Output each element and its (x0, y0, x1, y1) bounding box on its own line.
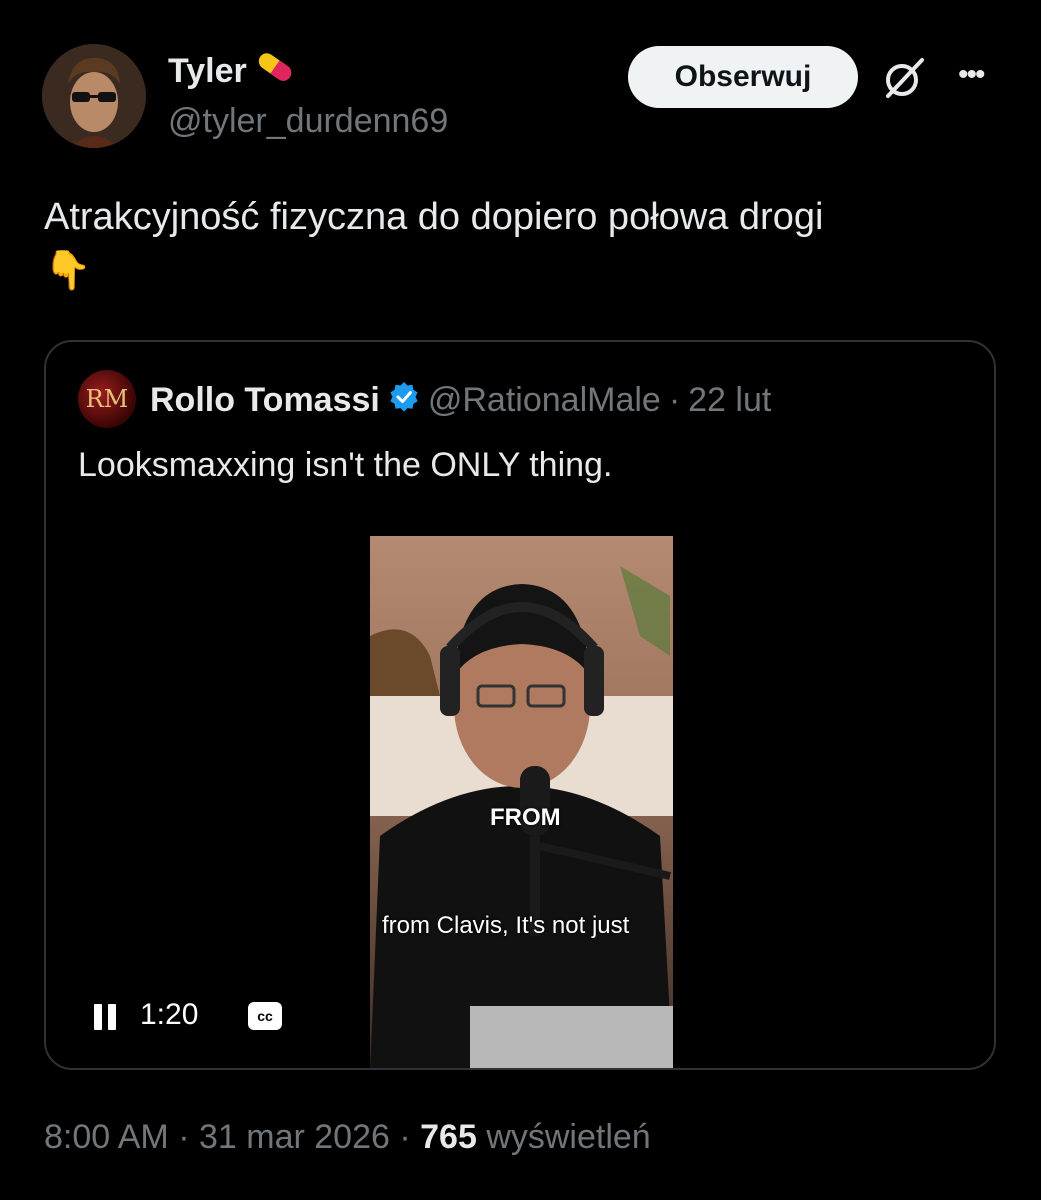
quote-author-name[interactable]: Rollo Tomassi (150, 381, 380, 420)
grok-icon[interactable] (880, 54, 928, 102)
tweet-footer: 8:00 AM · 31 mar 2026 · 765 wyświetleń (44, 1118, 651, 1157)
author-name[interactable]: Tyler (168, 52, 247, 91)
follow-button[interactable]: Obserwuj (628, 46, 858, 108)
author-avatar[interactable] (42, 44, 146, 148)
quote-avatar-initials: RM (85, 385, 129, 413)
video-caption-bottom: from Clavis, It's not just (382, 912, 630, 939)
tweet-time[interactable]: 8:00 AM (44, 1118, 169, 1156)
quote-separator: · (668, 381, 681, 419)
pill-icon (251, 50, 299, 93)
verified-badge-icon (388, 380, 420, 421)
quote-text: Looksmaxxing isn't the ONLY thing. (78, 446, 613, 484)
closed-captions-icon[interactable]: cc (248, 1002, 282, 1030)
tweet-date[interactable]: 31 mar 2026 (199, 1118, 390, 1156)
pause-icon[interactable] (94, 1004, 116, 1030)
quote-avatar[interactable]: RM (78, 370, 136, 428)
footer-sep-2: · (399, 1118, 411, 1156)
quote-date[interactable]: 22 lut (688, 381, 771, 420)
pointing-down-emoji: 👇 (44, 250, 92, 292)
author-handle[interactable]: @tyler_durdenn69 (168, 102, 448, 141)
video-player[interactable]: FROM from Clavis, It's not just (370, 536, 673, 1068)
footer-sep-1: · (178, 1118, 190, 1156)
tweet-body: Atrakcyjność fizyczna do dopiero połowa … (44, 196, 824, 238)
more-icon[interactable]: ••• (958, 58, 985, 92)
quote-tweet[interactable]: RM Rollo Tomassi @RationalMale · 22 lut … (44, 340, 996, 1070)
video-caption-top: FROM (490, 804, 561, 831)
author-name-row[interactable]: Tyler (168, 50, 299, 93)
video-time: 1:20 (140, 998, 199, 1031)
tweet-text: Atrakcyjność fizyczna do dopiero połowa … (44, 190, 1004, 298)
views-label: wyświetleń (486, 1118, 651, 1156)
views-count[interactable]: 765 (420, 1118, 477, 1156)
video-frame (370, 536, 673, 1068)
quote-header: Rollo Tomassi @RationalMale · 22 lut (150, 380, 771, 421)
quote-author-handle[interactable]: @RationalMale (428, 381, 661, 420)
